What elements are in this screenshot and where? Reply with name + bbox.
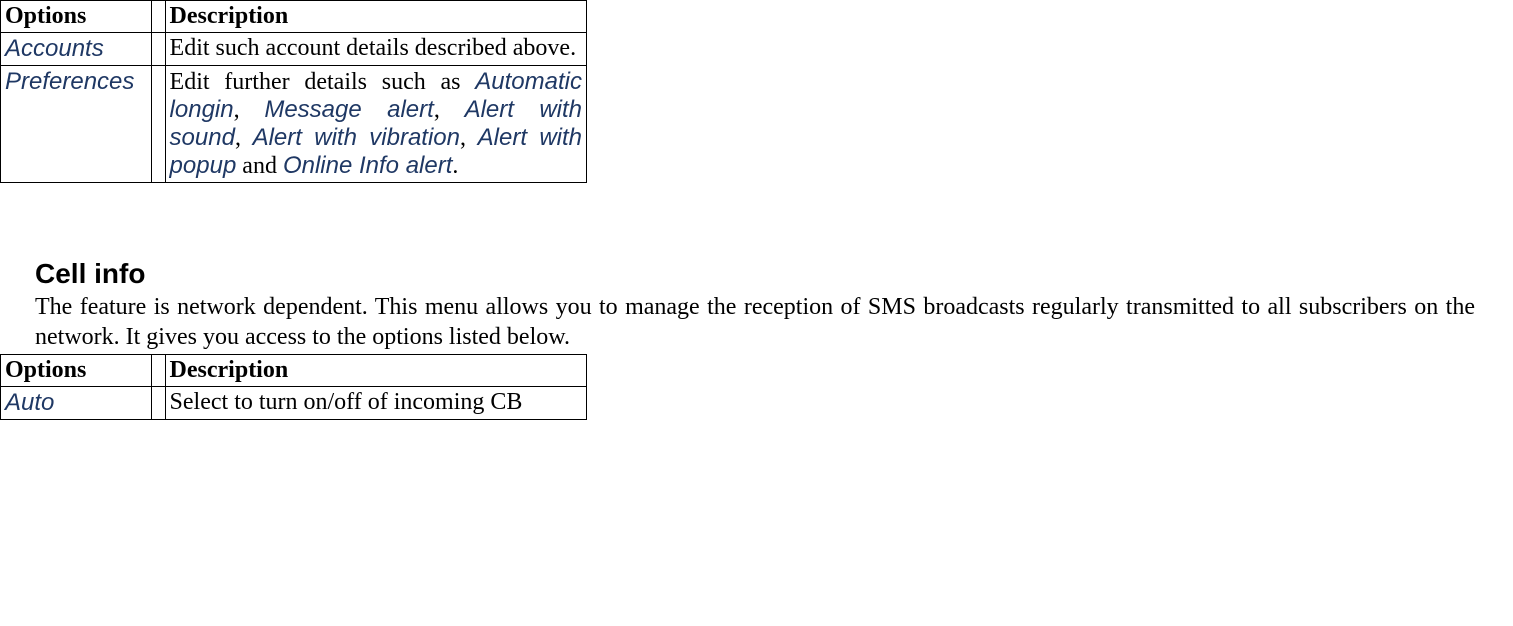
sep: and xyxy=(236,153,283,179)
option-label: Auto xyxy=(5,389,54,416)
option-cell: Auto xyxy=(1,387,152,420)
term-message-alert: Message alert xyxy=(264,96,433,123)
options-table-2: Options Description Auto Select to turn … xyxy=(0,354,587,420)
section-title: Cell info xyxy=(35,258,1513,290)
option-label: Preferences xyxy=(5,68,134,95)
table-row: Auto Select to turn on/off of incoming C… xyxy=(1,387,587,420)
header-gap xyxy=(151,1,165,33)
sep: , xyxy=(234,97,265,123)
options-table-1: Options Description Accounts Edit such a… xyxy=(0,0,587,183)
option-cell: Preferences xyxy=(1,66,152,183)
sep: , xyxy=(460,125,478,151)
gap-cell xyxy=(151,66,165,183)
description-cell: Edit further details such as Automatic l… xyxy=(165,66,586,183)
cell-info-section: Cell info The feature is network depende… xyxy=(35,258,1513,420)
table-header-row: Options Description xyxy=(1,1,587,33)
sep: , xyxy=(434,97,465,123)
header-description: Description xyxy=(165,1,586,33)
term-online-info-alert: Online Info alert xyxy=(283,152,452,179)
gap-cell xyxy=(151,387,165,420)
option-cell: Accounts xyxy=(1,33,152,66)
description-cell: Select to turn on/off of incoming CB xyxy=(165,387,586,420)
table-row: Accounts Edit such account details descr… xyxy=(1,33,587,66)
option-label: Accounts xyxy=(5,35,104,62)
table-row: Preferences Edit further details such as… xyxy=(1,66,587,183)
table-header-row: Options Description xyxy=(1,355,587,387)
sep: . xyxy=(452,153,458,179)
header-options: Options xyxy=(1,1,152,33)
section-intro: The feature is network dependent. This m… xyxy=(35,292,1475,352)
document-page: Options Description Accounts Edit such a… xyxy=(0,0,1513,420)
description-cell: Edit such account details described abov… xyxy=(165,33,586,66)
desc-text: Edit further details such as xyxy=(170,69,476,95)
header-options: Options xyxy=(1,355,152,387)
header-gap xyxy=(151,355,165,387)
sep: , xyxy=(235,125,253,151)
header-description: Description xyxy=(165,355,586,387)
gap-cell xyxy=(151,33,165,66)
term-alert-vibration: Alert with vibration xyxy=(253,124,460,151)
